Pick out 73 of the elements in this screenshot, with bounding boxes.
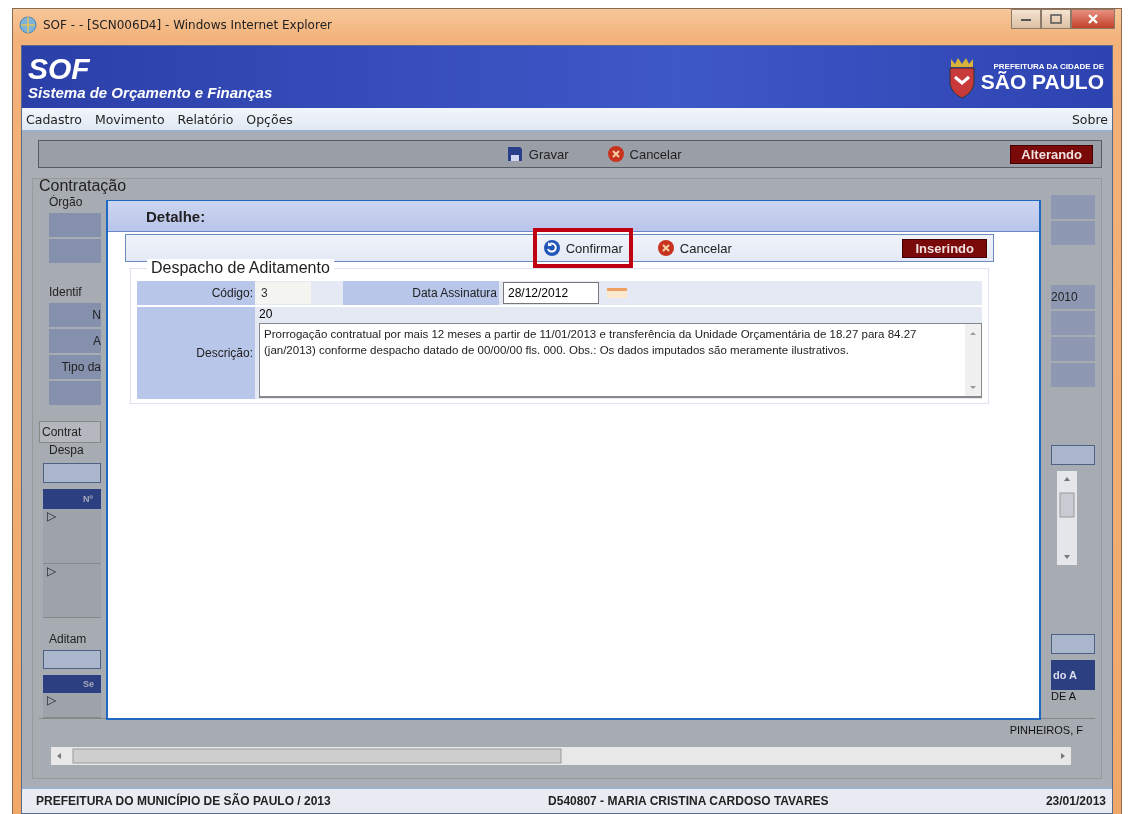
date-field[interactable]: 28/12/2012: [503, 282, 599, 304]
menu-item[interactable]: Sobre: [1071, 111, 1108, 127]
minimize-icon: [1020, 16, 1032, 22]
field-label: Aditam: [48, 632, 88, 648]
window-title: SOF - - [SCN006D4] - Windows Internet Explorer: [43, 18, 332, 32]
calendar-icon[interactable]: [607, 288, 627, 298]
cancel-icon: [606, 145, 625, 163]
menu-item[interactable]: Movimento: [94, 111, 165, 127]
menu-item[interactable]: Cadastro: [26, 111, 82, 127]
close-button[interactable]: [1071, 9, 1115, 29]
cancel-button[interactable]: Cancelar: [602, 143, 686, 165]
table-cell: PINHEIROS, F: [1009, 724, 1083, 736]
form-row: [1051, 311, 1095, 337]
field-label: Identif: [48, 285, 83, 301]
form-row: N: [49, 303, 101, 329]
org-name-line: PREFEITURA DA CIDADE DE: [993, 61, 1104, 71]
confirm-button[interactable]: Confirmar: [532, 228, 633, 268]
form-row: 2010: [1051, 285, 1095, 311]
app-subtitle: Sistema de Orçamento e Finanças: [28, 83, 273, 101]
status-text: 23/01/2013: [1045, 794, 1106, 808]
vertical-scrollbar[interactable]: [1057, 471, 1077, 565]
menu-item[interactable]: Opções: [246, 111, 293, 127]
filter-bar: [43, 463, 101, 483]
filter-bar: [43, 650, 101, 669]
field-label: Código:: [137, 281, 255, 305]
minimize-button[interactable]: [1011, 9, 1041, 29]
maximize-button[interactable]: [1041, 9, 1071, 29]
form-row: Tipo da: [49, 355, 101, 381]
mode-badge: Alterando: [1010, 144, 1093, 164]
form-row: [1051, 363, 1095, 389]
table-header: Nº: [43, 489, 101, 509]
section-title: Contratação: [39, 177, 128, 195]
form-row: A: [49, 329, 101, 355]
app-name: SOF: [28, 53, 91, 84]
org-city-name: SÃO PAULO: [980, 70, 1104, 93]
description-field[interactable]: Prorrogação contratual por mais 12 meses a partir de 11/01/2013 e transferência da Unidade Orçamentária de 18.27 para 84.27 (jan/2013) conforme despacho datado de 00/00/00 fls. 000. Obs.: Os dados imputados são meramente ilustrativos.: [259, 323, 982, 398]
menu-item[interactable]: Relatório: [177, 111, 234, 127]
expand-toggle[interactable]: ▷: [43, 509, 101, 564]
dialog-title: Detalhe:: [146, 207, 206, 225]
status-text: D540807 - MARIA CRISTINA CARDOSO TAVARES: [548, 794, 829, 808]
form-row: [49, 381, 101, 407]
expand-toggle[interactable]: ▷: [43, 563, 101, 618]
horizontal-scrollbar[interactable]: [51, 747, 1071, 765]
floppy-icon: [505, 145, 524, 163]
form-row: [1051, 221, 1095, 247]
filter-bar: [1051, 445, 1095, 465]
refresh-icon: [542, 239, 561, 257]
save-button[interactable]: Gravar: [501, 143, 573, 165]
table-header: Se: [43, 674, 101, 693]
form-row: [1051, 195, 1095, 221]
field-label: Órgão: [49, 195, 83, 211]
group-title: Despacho de Aditamento: [147, 259, 334, 277]
table-header: do A: [1051, 660, 1095, 690]
field-label: Descrição:: [137, 307, 255, 399]
tab[interactable]: Contrat: [39, 421, 101, 443]
expand-toggle[interactable]: ▷: [43, 693, 101, 718]
field-label: Data Assinatura: [343, 281, 499, 305]
form-row: [1051, 337, 1095, 363]
table-cell-text: DE A: [1051, 690, 1078, 702]
cancel-button[interactable]: Cancelar: [646, 233, 742, 263]
status-text: PREFEITURA DO MUNICÍPIO DE SÃO PAULO / 2013: [36, 794, 331, 808]
cancel-icon: [656, 239, 675, 257]
form-row: [49, 213, 101, 239]
globe-icon: [19, 16, 37, 34]
mode-badge: Inserindo: [902, 238, 987, 258]
vertical-scrollbar[interactable]: [965, 324, 981, 396]
filter-bar: [1051, 634, 1095, 654]
character-count: 20: [259, 307, 274, 323]
maximize-icon: [1050, 14, 1062, 24]
form-row: [49, 239, 101, 265]
field-label: Despa: [48, 443, 85, 459]
close-icon: [1087, 13, 1099, 25]
code-field[interactable]: 3: [255, 282, 311, 304]
